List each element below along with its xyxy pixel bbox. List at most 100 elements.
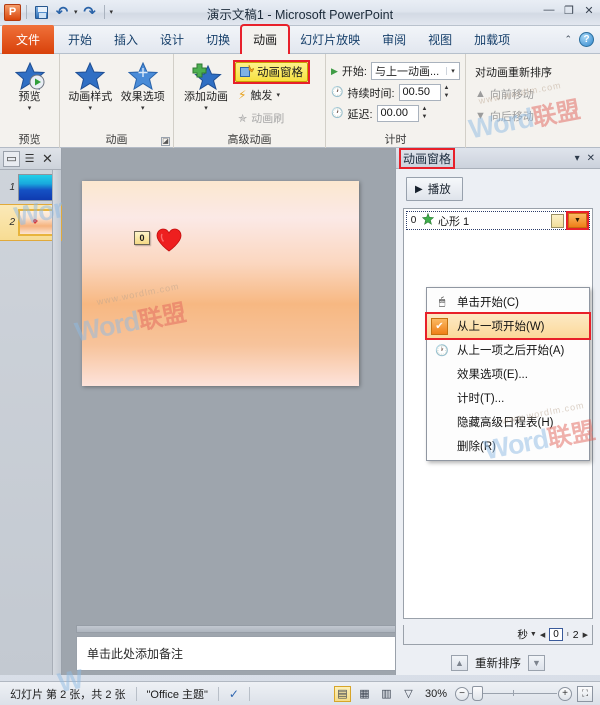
slide-thumbnail-image[interactable] bbox=[18, 209, 54, 236]
effect-options-button[interactable]: 效果选项 ▾ bbox=[118, 60, 169, 114]
menu-item-label: 效果选项(E)... bbox=[457, 369, 528, 381]
reading-view-button[interactable]: ▥ bbox=[378, 686, 395, 702]
fit-to-window-button[interactable]: ⛶ bbox=[577, 685, 593, 702]
close-button[interactable]: ✕ bbox=[582, 4, 596, 17]
tab-view[interactable]: 视图 bbox=[417, 26, 463, 54]
play-icon: ▶ bbox=[415, 183, 423, 195]
theme-indicator[interactable]: "Office 主题" bbox=[137, 686, 218, 702]
animation-list-item[interactable]: 0 心形 1 ▼ bbox=[406, 211, 590, 230]
timeline-scroll-right-icon[interactable]: ▶ bbox=[583, 631, 588, 639]
preview-caret-icon[interactable]: ▾ bbox=[28, 105, 32, 112]
delay-input[interactable]: 00.00 bbox=[376, 105, 419, 122]
menu-item-timing[interactable]: 计时(T)... bbox=[427, 386, 589, 410]
zoom-in-button[interactable]: + bbox=[558, 686, 572, 701]
add-animation-star-icon bbox=[191, 62, 222, 91]
timeline-unit-label: 秒 bbox=[517, 629, 528, 641]
reorder-up-button[interactable]: ▲ bbox=[451, 655, 468, 671]
minimize-button[interactable]: — bbox=[542, 4, 556, 17]
animation-pane-close-icon[interactable]: ✕ bbox=[587, 153, 595, 164]
tab-addins[interactable]: 加载项 bbox=[463, 26, 521, 54]
animation-pane-options-icon[interactable]: ▾ bbox=[575, 153, 580, 164]
watermark: www.wordlm.com bbox=[95, 281, 181, 307]
add-animation-button[interactable]: 添加动画 ▾ bbox=[179, 60, 233, 114]
tab-file[interactable]: 文件 bbox=[2, 25, 55, 54]
zoom-handle[interactable] bbox=[472, 686, 483, 701]
play-animation-button[interactable]: ▶ 播放 bbox=[406, 177, 463, 201]
ribbon-group-animation: 动画样式 ▾ 效果选项 ▾ 动画 ◪ bbox=[60, 54, 174, 148]
animation-painter-icon: ✯ bbox=[238, 112, 248, 125]
animation-timeline-bar[interactable] bbox=[551, 213, 564, 228]
zoom-level-label[interactable]: 30% bbox=[425, 688, 447, 700]
help-icon[interactable]: ? bbox=[579, 32, 594, 47]
slide-position-indicator[interactable]: 幻灯片 第 2 张，共 2 张 bbox=[0, 686, 136, 702]
menu-item-start-after-previous[interactable]: 🕐 从上一项之后开始(A) bbox=[427, 338, 589, 362]
document-title: 演示文稿1 - Microsoft PowerPoint bbox=[206, 8, 394, 22]
tab-insert[interactable]: 插入 bbox=[103, 26, 149, 54]
group-label-timing: 计时 bbox=[384, 134, 407, 146]
animation-styles-label: 动画样式 bbox=[68, 91, 113, 103]
close-panel-icon[interactable]: ✕ bbox=[39, 151, 56, 167]
animation-item-dropdown-icon[interactable]: ▼ bbox=[568, 213, 587, 228]
animation-pane-toggle-button[interactable]: 动画窗格 bbox=[235, 62, 308, 82]
menu-item-label: 从上一项之后开始(A) bbox=[457, 345, 565, 357]
trigger-caret-icon[interactable]: ▾ bbox=[276, 91, 280, 99]
restore-button[interactable]: ❐ bbox=[562, 4, 576, 17]
check-icon: ✔ bbox=[431, 317, 448, 335]
entrance-effect-icon bbox=[421, 212, 435, 228]
menu-item-label: 从上一项开始(W) bbox=[457, 321, 545, 333]
normal-view-button[interactable]: ▤ bbox=[333, 685, 351, 702]
tab-review[interactable]: 审阅 bbox=[371, 26, 417, 54]
add-animation-caret-icon[interactable]: ▾ bbox=[204, 105, 208, 112]
animation-order-tag[interactable]: 0 bbox=[134, 231, 150, 245]
delay-field: 🕐 延迟: 00.00 ▲ ▼ bbox=[331, 104, 427, 123]
clock-icon: 🕐 bbox=[331, 87, 344, 98]
reorder-down-button[interactable]: ▼ bbox=[528, 655, 545, 671]
zoom-slider[interactable]: − + bbox=[455, 686, 572, 701]
menu-item-effect-options[interactable]: 效果选项(E)... bbox=[427, 362, 589, 386]
animation-painter-button[interactable]: ✯ 动画刷 bbox=[235, 108, 308, 128]
menu-item-hide-advanced-timeline[interactable]: 隐藏高级日程表(H) bbox=[427, 410, 589, 434]
timeline-start-value: 0 bbox=[549, 628, 563, 641]
menu-item-start-on-click[interactable]: 🖱 单击开始(C) bbox=[427, 290, 589, 314]
animation-pane-label: 动画窗格 bbox=[257, 67, 303, 79]
duration-input[interactable]: 00.50 bbox=[398, 84, 441, 101]
zoom-out-button[interactable]: − bbox=[455, 686, 469, 701]
trigger-button[interactable]: ⚡ 触发 ▾ bbox=[235, 85, 308, 105]
start-combobox[interactable]: 与上一动画... ▾ bbox=[370, 62, 460, 80]
menu-item-label: 计时(T)... bbox=[457, 393, 505, 405]
effect-options-caret-icon[interactable]: ▾ bbox=[141, 105, 145, 112]
tab-design[interactable]: 设计 bbox=[149, 26, 195, 54]
animation-pane-header: 动画窗格 ▾ ✕ bbox=[396, 147, 600, 169]
preview-button[interactable]: 预览 ▾ bbox=[5, 60, 54, 114]
slide-sorter-view-button[interactable]: ▦ bbox=[356, 686, 373, 702]
tab-home[interactable]: 开始 bbox=[57, 26, 103, 54]
tab-slideshow[interactable]: 幻灯片放映 bbox=[289, 26, 371, 54]
slide-canvas[interactable]: 0 www.wordlm.com Word联盟 bbox=[72, 181, 359, 386]
slides-tab-icon[interactable]: ▭ bbox=[3, 150, 20, 167]
slideshow-view-button[interactable]: ▽ bbox=[400, 686, 417, 702]
menu-item-start-with-previous[interactable]: ✔ 从上一项开始(W) bbox=[427, 314, 589, 338]
animation-dialog-launcher-icon[interactable]: ◪ bbox=[161, 137, 170, 146]
move-later-button[interactable]: ▼ 向后移动 bbox=[471, 106, 538, 126]
animation-pane-annotation-box: 动画窗格 bbox=[233, 60, 310, 84]
duration-spinner[interactable]: ▲ ▼ bbox=[444, 85, 450, 101]
tab-transitions[interactable]: 切换 bbox=[195, 26, 241, 54]
timeline-unit-selector[interactable]: 秒 ▼ bbox=[517, 627, 536, 642]
animation-styles-caret-icon[interactable]: ▾ bbox=[88, 105, 92, 112]
heart-shape[interactable] bbox=[156, 228, 182, 252]
animation-styles-button[interactable]: 动画样式 ▾ bbox=[65, 60, 116, 114]
move-earlier-button[interactable]: ▲ 向前移动 bbox=[471, 84, 538, 104]
slide-thumbnail-image[interactable] bbox=[18, 174, 54, 201]
tab-animations[interactable]: 动画 bbox=[240, 24, 291, 56]
menu-item-remove[interactable]: 删除(R) bbox=[427, 434, 589, 458]
timeline-scroll-left-icon[interactable]: ◀ bbox=[540, 631, 545, 639]
slides-panel-scrollbar[interactable] bbox=[52, 170, 61, 675]
outline-tab-icon[interactable]: ☰ bbox=[21, 151, 38, 167]
delay-spinner[interactable]: ▲ ▼ bbox=[422, 106, 428, 122]
spellcheck-icon[interactable]: ✓ bbox=[219, 687, 249, 701]
start-caret-icon[interactable]: ▾ bbox=[445, 67, 459, 75]
move-later-label: 向后移动 bbox=[489, 111, 534, 123]
timeline-unit-caret-icon[interactable]: ▼ bbox=[530, 631, 537, 638]
collapse-ribbon-icon[interactable]: ⌃ bbox=[564, 34, 572, 45]
start-field: ▶ 开始: 与上一动画... ▾ bbox=[331, 61, 460, 81]
